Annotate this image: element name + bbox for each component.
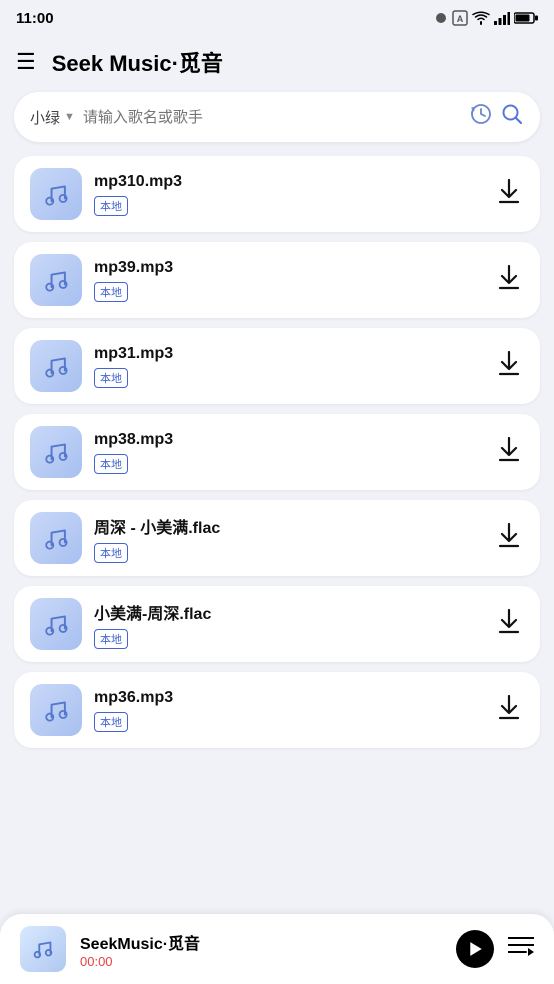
song-tag: 本地 xyxy=(94,712,128,732)
status-bar: 11:00 A xyxy=(0,0,554,36)
song-name: mp39.mp3 xyxy=(94,259,482,277)
song-art-5 xyxy=(30,598,82,650)
download-button[interactable] xyxy=(494,432,524,472)
list-item[interactable]: mp39.mp3 本地 xyxy=(14,242,540,318)
song-info: mp39.mp3 本地 xyxy=(94,259,482,302)
source-selector[interactable]: 小绿 ▼ xyxy=(30,107,75,128)
status-time: 11:00 xyxy=(16,10,54,27)
list-item[interactable]: mp310.mp3 本地 xyxy=(14,156,540,232)
song-art-6 xyxy=(30,684,82,736)
wifi-icon xyxy=(472,11,490,25)
player-music-note-icon xyxy=(30,936,56,962)
song-tag: 本地 xyxy=(94,454,128,474)
song-name: 小美满-周深.flac xyxy=(94,600,482,624)
menu-icon[interactable]: ☰ xyxy=(16,49,36,75)
music-note-icon xyxy=(40,694,72,726)
song-info: 周深 - 小美满.flac 本地 xyxy=(94,514,482,563)
app-title: Seek Music·觅音 xyxy=(52,46,223,78)
list-item[interactable]: mp31.mp3 本地 xyxy=(14,328,540,404)
bottom-player: SeekMusic·觅音 00:00 xyxy=(0,914,554,984)
player-art xyxy=(20,926,66,972)
music-note-icon xyxy=(40,608,72,640)
song-info: 小美满-周深.flac 本地 xyxy=(94,600,482,649)
song-name: mp38.mp3 xyxy=(94,431,482,449)
history-icon[interactable] xyxy=(470,103,492,131)
song-info: mp31.mp3 本地 xyxy=(94,345,482,388)
search-icon[interactable] xyxy=(500,102,524,132)
playlist-button[interactable] xyxy=(508,935,534,964)
song-art-1 xyxy=(30,254,82,306)
music-note-icon xyxy=(40,264,72,296)
music-note-icon xyxy=(40,350,72,382)
music-note-icon xyxy=(40,178,72,210)
svg-text:A: A xyxy=(457,14,464,24)
music-note-icon xyxy=(40,436,72,468)
song-tag: 本地 xyxy=(94,196,128,216)
play-button[interactable] xyxy=(456,930,494,968)
song-tag: 本地 xyxy=(94,282,128,302)
song-name: mp310.mp3 xyxy=(94,173,482,191)
download-button[interactable] xyxy=(494,518,524,558)
song-info: mp38.mp3 本地 xyxy=(94,431,482,474)
source-label: 小绿 xyxy=(30,107,60,128)
song-art-3 xyxy=(30,426,82,478)
song-info: mp310.mp3 本地 xyxy=(94,173,482,216)
song-tag: 本地 xyxy=(94,629,128,649)
player-info: SeekMusic·觅音 00:00 xyxy=(80,930,442,969)
song-tag: 本地 xyxy=(94,543,128,563)
rec-icon xyxy=(434,11,448,25)
music-note-icon xyxy=(40,522,72,554)
list-item[interactable]: 小美满-周深.flac 本地 xyxy=(14,586,540,662)
player-title: SeekMusic·觅音 xyxy=(80,930,442,954)
battery-icon xyxy=(514,11,538,25)
download-button[interactable] xyxy=(494,690,524,730)
search-container: 小绿 ▼ xyxy=(0,92,554,156)
song-name: mp36.mp3 xyxy=(94,689,482,707)
download-button[interactable] xyxy=(494,604,524,644)
song-art-4 xyxy=(30,512,82,564)
download-button[interactable] xyxy=(494,346,524,386)
song-info: mp36.mp3 本地 xyxy=(94,689,482,732)
chevron-down-icon: ▼ xyxy=(64,111,75,123)
app-icon: A xyxy=(452,10,468,26)
player-controls xyxy=(456,930,534,968)
header: ☰ Seek Music·觅音 xyxy=(0,36,554,92)
download-button[interactable] xyxy=(494,260,524,300)
status-icons: A xyxy=(434,10,538,26)
song-name: 周深 - 小美满.flac xyxy=(94,514,482,538)
song-list: mp310.mp3 本地 mp39.mp3 本地 xyxy=(0,156,554,904)
song-name: mp31.mp3 xyxy=(94,345,482,363)
download-button[interactable] xyxy=(494,174,524,214)
list-item[interactable]: 周深 - 小美满.flac 本地 xyxy=(14,500,540,576)
list-item[interactable]: mp36.mp3 本地 xyxy=(14,672,540,748)
signal-icon xyxy=(494,11,510,25)
song-art-0 xyxy=(30,168,82,220)
song-tag: 本地 xyxy=(94,368,128,388)
search-bar: 小绿 ▼ xyxy=(14,92,540,142)
song-art-2 xyxy=(30,340,82,392)
player-time: 00:00 xyxy=(80,954,442,969)
search-input[interactable] xyxy=(83,109,462,126)
list-item[interactable]: mp38.mp3 本地 xyxy=(14,414,540,490)
